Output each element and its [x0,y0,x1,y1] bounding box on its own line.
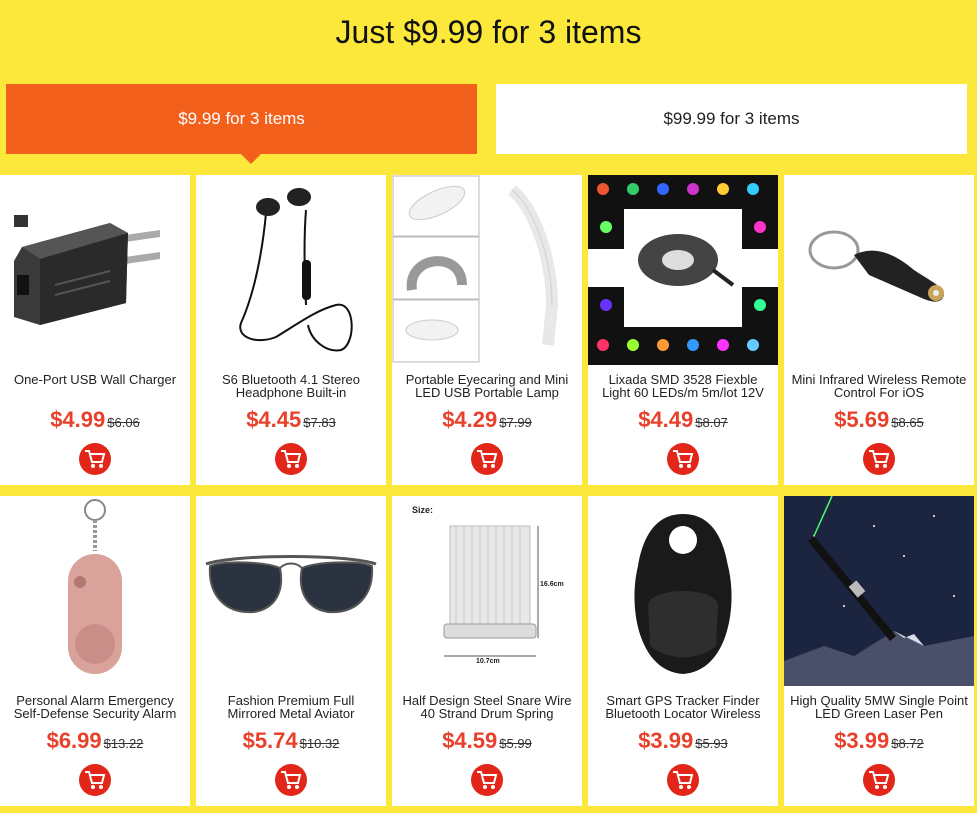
headphone-image[interactable] [196,175,386,365]
product-old-price: $13.22 [103,736,144,751]
tab-9-99-for-3-items[interactable]: $9.99 for 3 items [6,84,477,164]
product-name[interactable]: Fashion Premium Full Mirrored Metal Avia… [202,694,380,724]
shopping-cart-icon [673,450,694,468]
snare-wire-image[interactable]: Size: 16.6cm 10.7cm [392,496,582,686]
product-name[interactable]: Portable Eyecaring and Mini LED USB Port… [398,373,576,403]
product-name[interactable]: One-Port USB Wall Charger [6,373,184,403]
usb-lamp-image[interactable] [392,175,582,365]
usb-charger-image[interactable] [0,175,190,365]
product-price: $5.69 [834,407,890,432]
product-card[interactable]: Size: 16.6cm 10.7cm Half Design Steel Sn… [392,496,582,806]
sunglasses-image[interactable] [196,496,386,686]
product-name[interactable]: Mini Infrared Wireless Remote Control Fo… [790,373,968,403]
product-name[interactable]: Personal Alarm Emergency Self-Defense Se… [6,694,184,724]
shopping-cart-icon [281,771,302,789]
product-name[interactable]: Smart GPS Tracker Finder Bluetooth Locat… [594,694,772,724]
product-old-price: $6.06 [107,415,140,430]
add-to-cart-button[interactable] [275,443,307,475]
product-card[interactable]: Lixada SMD 3528 Fiexble Light 60 LEDs/m … [588,175,778,485]
shopping-cart-icon [869,771,890,789]
product-price: $4.49 [638,407,694,432]
add-to-cart-button[interactable] [79,443,111,475]
led-strip-image[interactable] [588,175,778,365]
product-name[interactable]: Lixada SMD 3528 Fiexble Light 60 LEDs/m … [594,373,772,403]
page-title: Just $9.99 for 3 items [335,14,642,50]
product-old-price: $8.07 [695,415,728,430]
product-old-price: $8.65 [891,415,924,430]
product-name[interactable]: Half Design Steel Snare Wire 40 Strand D… [398,694,576,724]
add-to-cart-button[interactable] [471,764,503,796]
product-old-price: $7.99 [499,415,532,430]
product-card[interactable]: Mini Infrared Wireless Remote Control Fo… [784,175,974,485]
product-old-price: $8.72 [891,736,924,751]
add-to-cart-button[interactable] [667,764,699,796]
shopping-cart-icon [869,450,890,468]
product-price: $3.99 [834,728,890,753]
product-name[interactable]: High Quality 5MW Single Point LED Green … [790,694,968,724]
add-to-cart-button[interactable] [471,443,503,475]
product-card[interactable]: Smart GPS Tracker Finder Bluetooth Locat… [588,496,778,806]
product-card[interactable]: Portable Eyecaring and Mini LED USB Port… [392,175,582,485]
add-to-cart-button[interactable] [275,764,307,796]
shopping-cart-icon [673,771,694,789]
add-to-cart-button[interactable] [863,443,895,475]
height-label: 16.6cm [540,581,564,588]
product-price: $5.74 [242,728,298,753]
product-price: $4.29 [442,407,498,432]
shopping-cart-icon [477,450,498,468]
product-card[interactable]: High Quality 5MW Single Point LED Green … [784,496,974,806]
product-price: $6.99 [46,728,102,753]
gps-tracker-image[interactable] [588,496,778,686]
add-to-cart-button[interactable] [863,764,895,796]
shopping-cart-icon [85,771,106,789]
shopping-cart-icon [85,450,106,468]
product-card[interactable]: Fashion Premium Full Mirrored Metal Avia… [196,496,386,806]
tab-99-99-for-3-items[interactable]: $99.99 for 3 items [496,84,967,154]
product-old-price: $10.32 [299,736,340,751]
product-old-price: $5.99 [499,736,532,751]
product-price: $4.45 [246,407,302,432]
product-old-price: $5.93 [695,736,728,751]
remote-keychain-image[interactable] [784,175,974,365]
product-price: $4.59 [442,728,498,753]
product-card[interactable]: One-Port USB Wall Charger $4.99 $6.06 [0,175,190,485]
product-card[interactable]: Personal Alarm Emergency Self-Defense Se… [0,496,190,806]
product-price: $4.99 [50,407,106,432]
add-to-cart-button[interactable] [79,764,111,796]
laser-pen-image[interactable] [784,496,974,686]
product-card[interactable]: S6 Bluetooth 4.1 Stereo Headphone Built-… [196,175,386,485]
product-price: $3.99 [638,728,694,753]
shopping-cart-icon [477,771,498,789]
add-to-cart-button[interactable] [667,443,699,475]
shopping-cart-icon [281,450,302,468]
size-label: Size: [412,505,433,515]
product-old-price: $7.83 [303,415,336,430]
personal-alarm-image[interactable] [0,496,190,686]
width-label: 10.7cm [476,658,500,665]
product-name[interactable]: S6 Bluetooth 4.1 Stereo Headphone Built-… [202,373,380,403]
